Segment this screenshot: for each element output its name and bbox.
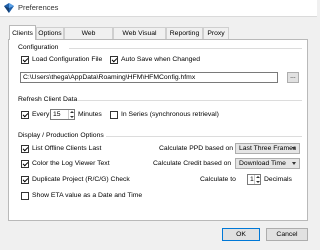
chevron-down-icon: [292, 162, 296, 165]
tab-clients[interactable]: Clients: [9, 25, 36, 40]
refresh-minutes-value: 15: [53, 111, 61, 118]
stepper-arrows-icon[interactable]: [254, 175, 260, 184]
credit-select[interactable]: Download Time: [235, 158, 300, 169]
tab-web-visual-styles[interactable]: Web Visual Styles: [113, 27, 166, 48]
refresh-minutes-stepper[interactable]: 15: [50, 109, 75, 120]
decimals-label: Decimals: [264, 176, 292, 183]
list-offline-label: List Offline Clients Last: [32, 145, 102, 152]
configuration-divider: [69, 48, 302, 49]
duplicate-check-label: Duplicate Project (R/C/G) Check: [32, 176, 130, 183]
ppd-select[interactable]: Last Three Frames: [235, 143, 300, 154]
cancel-button[interactable]: Cancel: [266, 228, 308, 241]
refresh-every-checkbox[interactable]: [21, 111, 29, 119]
calc-to-label: Calculate to: [200, 176, 236, 183]
tab-reporting[interactable]: Reporting: [166, 27, 203, 39]
ok-button[interactable]: OK: [222, 228, 260, 241]
minutes-label: Minutes: [78, 111, 102, 118]
chevron-down-icon: [292, 147, 296, 150]
config-path-field[interactable]: C:\Users\thega\AppData\Roaming\HFM\HFMCo…: [20, 72, 278, 83]
ppd-select-value: Last Three Frames: [239, 145, 297, 152]
stepper-arrows-icon[interactable]: [68, 110, 74, 119]
display-group-title: Display / Production Options: [18, 132, 104, 139]
auto-save-label: Auto Save when Changed: [121, 56, 200, 63]
in-series-checkbox[interactable]: [110, 111, 118, 119]
window-title: Preferences: [18, 3, 59, 12]
color-log-checkbox[interactable]: [21, 160, 29, 168]
refresh-every-label: Every: [32, 111, 50, 118]
ppd-label: Calculate PPD based on: [159, 145, 234, 152]
show-eta-label: Show ETA value as a Date and Time: [32, 192, 143, 199]
list-offline-checkbox[interactable]: [21, 145, 29, 153]
load-config-checkbox[interactable]: [21, 56, 29, 64]
credit-label: Calculate Credit based on: [153, 160, 232, 167]
display-divider: [106, 136, 302, 137]
tab-proxy[interactable]: Proxy: [203, 27, 229, 39]
load-config-label: Load Configuration File: [32, 56, 103, 63]
show-eta-checkbox[interactable]: [21, 192, 29, 200]
tab-options[interactable]: Options: [36, 27, 64, 39]
in-series-label: In Series (synchronous retrieval): [121, 111, 219, 118]
tab-web-generation[interactable]: Web Generation: [64, 27, 113, 48]
credit-select-value: Download Time: [239, 160, 286, 167]
auto-save-checkbox[interactable]: [110, 56, 118, 64]
browse-button[interactable]: ...: [287, 72, 299, 83]
title-bar-divider: [0, 16, 317, 17]
app-icon: [4, 3, 14, 13]
duplicate-check-checkbox[interactable]: [21, 176, 29, 184]
refresh-divider: [78, 100, 302, 101]
refresh-group-title: Refresh Client Data: [18, 96, 78, 103]
decimals-stepper[interactable]: 1: [247, 174, 261, 185]
color-log-label: Color the Log Viewer Text: [32, 160, 110, 167]
configuration-group-title: Configuration: [18, 44, 59, 51]
